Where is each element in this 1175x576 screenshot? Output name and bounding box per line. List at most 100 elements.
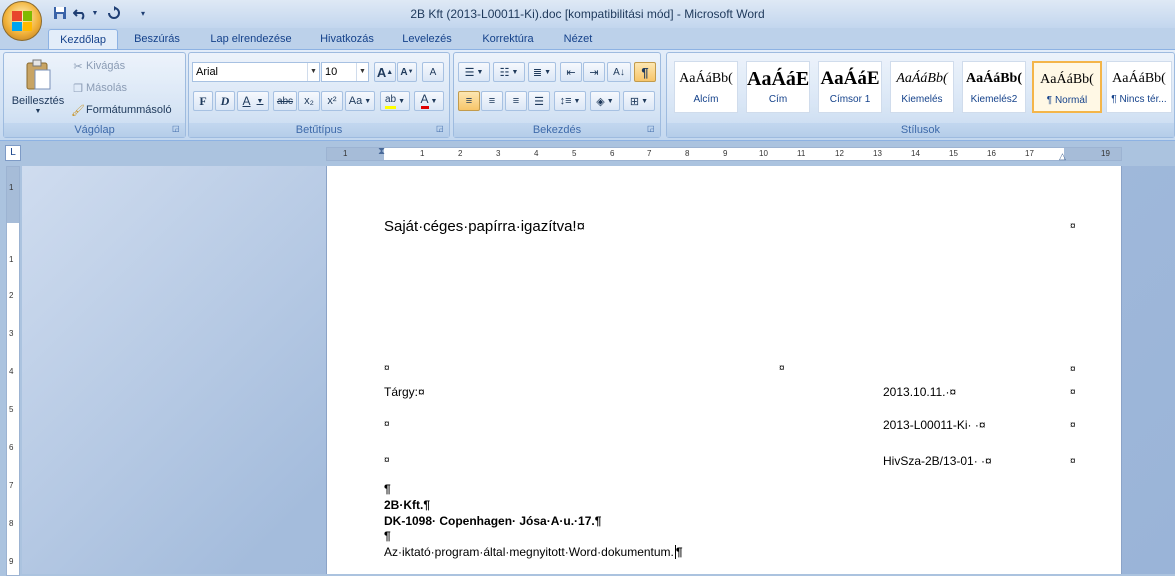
clipboard-dialog-launcher-icon[interactable]: ◲ bbox=[172, 124, 182, 134]
ruler-number: 11 bbox=[797, 149, 806, 158]
font-name-select[interactable]: Arial ▼ bbox=[192, 62, 320, 82]
multilevel-list-button[interactable]: ≣ ▼ bbox=[528, 62, 556, 82]
ruler-number: 10 bbox=[759, 149, 768, 158]
decrease-indent-icon: ⇤ bbox=[566, 66, 576, 79]
tab-stop-icon[interactable]: L bbox=[5, 145, 21, 161]
font-group-label: Betűtípus bbox=[189, 123, 449, 137]
align-left-button[interactable]: ≡ bbox=[458, 91, 480, 111]
document-page[interactable]: Saját·céges·papírra·igazítva!¤ ¤ ¤ ¤ ¤ T… bbox=[326, 166, 1122, 574]
strikethrough-button[interactable]: abc bbox=[273, 91, 297, 111]
style-nincs-ter[interactable]: AaÁáBb( ¶ Nincs tér... bbox=[1106, 61, 1172, 113]
redo-icon[interactable] bbox=[106, 5, 122, 21]
style-alcim[interactable]: AaÁáBb( Alcím bbox=[674, 61, 738, 113]
cut-button[interactable]: ✂ Kivágás bbox=[70, 58, 185, 74]
undo-icon[interactable] bbox=[72, 5, 88, 21]
italic-label: D bbox=[220, 93, 230, 108]
font-color-button[interactable]: A ▼ bbox=[414, 91, 444, 111]
superscript-button[interactable]: x² bbox=[321, 91, 343, 111]
copy-button[interactable]: ❐ Másolás bbox=[70, 80, 185, 96]
horizontal-ruler[interactable]: 1 1 2 3 4 5 6 7 8 9 10 11 12 13 14 15 16… bbox=[326, 146, 1122, 162]
style-cimsor-1[interactable]: AaÁáE Címsor 1 bbox=[818, 61, 882, 113]
increase-indent-button[interactable]: ⇥ bbox=[583, 62, 605, 82]
italic-button[interactable]: D bbox=[215, 91, 235, 111]
shading-button[interactable]: ◈ ▼ bbox=[590, 91, 620, 111]
change-case-button[interactable]: Aa ▼ bbox=[345, 91, 375, 111]
align-center-button[interactable]: ≡ bbox=[481, 91, 503, 111]
style-cim[interactable]: AaÁáE Cím bbox=[746, 61, 810, 113]
bold-button[interactable]: F bbox=[193, 91, 213, 111]
ruler-number: 3 bbox=[496, 149, 501, 158]
qat-customize-icon[interactable]: ▾ bbox=[138, 5, 148, 21]
paragraph-dialog-launcher-icon[interactable]: ◲ bbox=[647, 124, 657, 134]
tab-korrektura[interactable]: Korrektúra bbox=[472, 29, 544, 50]
vertical-ruler[interactable]: 1 1 2 3 4 5 6 7 8 9 bbox=[6, 166, 20, 576]
chevron-down-icon: ▼ bbox=[256, 97, 264, 105]
sort-button[interactable]: A↓ bbox=[607, 62, 631, 82]
bullets-button[interactable]: ☰ ▼ bbox=[458, 62, 490, 82]
cell-end-mark: ¤ bbox=[384, 363, 390, 374]
format-painter-label: Formátummásoló bbox=[86, 104, 172, 116]
align-right-icon: ≡ bbox=[512, 95, 520, 107]
change-case-label: Aa bbox=[348, 95, 363, 107]
font-dialog-launcher-icon[interactable]: ◲ bbox=[436, 124, 446, 134]
tab-nezet[interactable]: Nézet bbox=[553, 29, 603, 50]
cell-end-mark: ¤ bbox=[779, 363, 785, 374]
clear-format-button[interactable]: A bbox=[422, 62, 444, 82]
sort-az-icon: A↓ bbox=[613, 66, 625, 78]
line-spacing-button[interactable]: ↕≡ ▼ bbox=[554, 91, 586, 111]
paintbrush-icon: 🖌 bbox=[71, 104, 85, 117]
undo-dropdown-icon[interactable]: ▼ bbox=[90, 5, 100, 21]
shrink-font-button[interactable]: A ▼ bbox=[397, 62, 417, 82]
chevron-down-icon: ▼ bbox=[476, 68, 484, 76]
font-size-select[interactable]: 10 ▼ bbox=[321, 62, 369, 82]
increase-indent-icon: ⇥ bbox=[589, 66, 599, 79]
numbering-button[interactable]: ☷ ▼ bbox=[493, 62, 525, 82]
style-preview: AaÁáBb( bbox=[1040, 72, 1094, 87]
save-icon[interactable] bbox=[52, 5, 68, 21]
style-kiemeles[interactable]: AaÁáBb( Kiemelés bbox=[890, 61, 954, 113]
reference-number-value: HivSza-2B/13-01· ·¤ bbox=[883, 454, 992, 468]
borders-button[interactable]: ⊞ ▼ bbox=[623, 91, 655, 111]
tab-kezdolap[interactable]: Kezdőlap bbox=[48, 29, 118, 50]
grow-font-button[interactable]: A ▲ bbox=[374, 62, 396, 82]
office-button[interactable] bbox=[2, 1, 42, 41]
style-kiemeles2[interactable]: AaÁáBb( Kiemelés2 bbox=[962, 61, 1026, 113]
justify-button[interactable]: ☰ bbox=[528, 91, 550, 111]
chevron-down-icon: ▼ bbox=[364, 97, 372, 105]
underline-button[interactable]: A ▼ bbox=[237, 91, 269, 111]
cell-end-mark: ¤ bbox=[1070, 456, 1076, 467]
chevron-down-icon: ▼ bbox=[398, 97, 406, 105]
tab-hivatkozas[interactable]: Hivatkozás bbox=[311, 29, 383, 50]
ruler-number: 6 bbox=[9, 443, 14, 452]
ruler-number: 1 bbox=[343, 149, 348, 158]
right-margin-marker bbox=[1064, 148, 1121, 160]
show-formatting-button[interactable]: ¶ bbox=[634, 62, 656, 82]
shrink-font-icon: A bbox=[400, 66, 408, 78]
bold-label: F bbox=[199, 93, 207, 108]
tab-lap-elrendezese[interactable]: Lap elrendezése bbox=[200, 29, 302, 50]
cell-end-mark: ¤ bbox=[1070, 420, 1076, 431]
clipboard-group: Vágólap Beillesztés ▼ ✂ Kivágás ❐ Másolá… bbox=[3, 52, 186, 138]
indent-marker-icon[interactable]: ⧗ bbox=[378, 146, 385, 157]
style-preview: AaÁáBb( bbox=[965, 71, 1022, 86]
style-name: ¶ Normál bbox=[1046, 95, 1088, 106]
styles-group-label: Stílusok bbox=[667, 123, 1174, 137]
subscript-button[interactable]: x₂ bbox=[298, 91, 320, 111]
right-indent-marker-icon[interactable]: △ bbox=[1059, 151, 1066, 162]
tab-beszuras[interactable]: Beszúrás bbox=[124, 29, 190, 50]
recipient-address: DK-1098· Copenhagen· Jósa·A·u.·17.¶ bbox=[384, 514, 602, 528]
chevron-down-icon: ▼ bbox=[544, 68, 552, 76]
style-normal[interactable]: AaÁáBb( ¶ Normál bbox=[1032, 61, 1102, 113]
date-value: 2013.10.11.·¤ bbox=[883, 385, 957, 399]
multilevel-list-icon: ≣ bbox=[532, 66, 543, 79]
align-right-button[interactable]: ≡ bbox=[505, 91, 527, 111]
ruler-number: 16 bbox=[987, 149, 996, 158]
tab-levelezes[interactable]: Levelezés bbox=[393, 29, 461, 50]
paste-button[interactable]: Beillesztés ▼ bbox=[6, 55, 70, 121]
decrease-indent-button[interactable]: ⇤ bbox=[560, 62, 582, 82]
copy-label: Másolás bbox=[86, 82, 127, 94]
highlight-button[interactable]: ab ▼ bbox=[380, 91, 410, 111]
align-center-icon: ≡ bbox=[488, 95, 496, 107]
format-painter-button[interactable]: 🖌 Formátummásoló bbox=[70, 102, 185, 118]
ruler-number: 4 bbox=[534, 149, 539, 158]
